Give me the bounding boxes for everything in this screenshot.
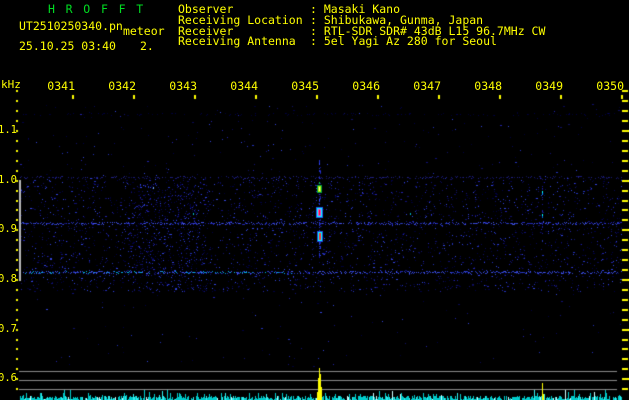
station-info-value: : 5el Yagi Az 280 for Seoul [310,34,497,49]
x-axis-tick-label: 0350 [596,79,624,93]
x-axis-tick-label: 0341 [47,79,75,93]
y-axis-tick-label: 1.0 [0,173,17,186]
station-info-label: Receiving Antenna [178,34,296,49]
x-axis-tick-label: 0349 [535,79,563,93]
y-axis-tick-label: 1.1 [0,124,17,136]
spectrogram-canvas [0,0,629,400]
x-axis-tick-label: 0346 [352,79,380,93]
capture-datetime: 25.10.25 03:40 [19,39,116,53]
x-axis-tick-label: 0348 [474,79,502,93]
x-axis-tick-label: 0347 [413,79,441,93]
app-title: H R O F F T [48,2,146,16]
y-axis-unit-label: kHz [1,78,21,91]
observation-mode-label: meteor [123,24,165,38]
y-axis-tick-label: 0.8 [0,272,17,285]
y-axis-tick-label: 0.6 [0,372,17,385]
y-axis-tick-label: 0.7 [0,322,17,335]
echo-counter: 2. [140,39,154,53]
x-axis-tick-label: 0345 [291,79,319,93]
x-axis-tick-label: 0342 [108,79,136,93]
x-axis-tick-label: 0344 [230,79,258,93]
capture-filename: UT2510250340.pn [19,19,123,33]
x-axis-tick-label: 0343 [169,79,197,93]
y-axis-tick-label: 0.9 [0,223,17,236]
hrofft-spectrogram-screen: H R O F F T UT2510250340.pn meteor 25.10… [0,0,629,400]
station-info-block: Observer: Masaki Kano Receiving Location:… [178,3,545,49]
station-info-row: Receiving Antenna : 5el Yagi Az 280 for S… [178,34,545,49]
